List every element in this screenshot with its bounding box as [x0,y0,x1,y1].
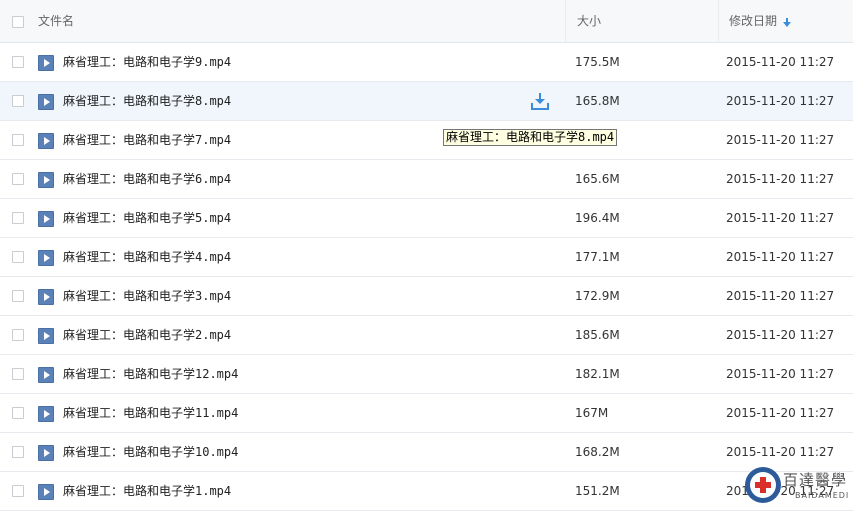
file-size: 172.9M [575,289,620,303]
file-size: 151.2M [575,484,620,498]
watermark-subtext: BAIDAMEDI [795,491,850,500]
column-header-name[interactable]: 文件名 [38,0,74,43]
file-size: 182.1M [575,367,620,381]
download-icon[interactable] [531,93,549,110]
file-size: 175.5M [575,55,620,69]
filename-tooltip: 麻省理工：电路和电子学8.mp4 [443,129,618,146]
file-size: 196.4M [575,211,620,225]
table-header: 文件名 大小 修改日期 [0,0,853,43]
row-checkbox[interactable] [12,485,24,497]
file-modified-date: 2015-11-20 11:27 [726,55,835,69]
row-checkbox[interactable] [12,173,24,185]
file-modified-date: 2015-11-20 11:27 [726,94,835,108]
video-file-icon [38,289,54,305]
table-row[interactable]: 麻省理工：电路和电子学1.mp4 151.2M 2015-11-20 11:27 [0,472,853,511]
video-file-icon [38,328,54,344]
sort-down-arrow-icon[interactable] [783,18,791,27]
row-checkbox[interactable] [12,290,24,302]
file-name-link[interactable]: 麻省理工：电路和电子学10.mp4 [63,433,238,472]
file-name-link[interactable]: 麻省理工：电路和电子学3.mp4 [63,277,231,316]
video-file-icon [38,94,54,110]
column-header-size[interactable]: 大小 [577,0,601,43]
column-divider[interactable] [718,0,719,43]
file-modified-date: 2015-11-20 11:27 [726,406,835,420]
row-checkbox[interactable] [12,95,24,107]
file-name-link[interactable]: 麻省理工：电路和电子学12.mp4 [63,355,238,394]
table-row[interactable]: 麻省理工：电路和电子学7.mp4 2015-11-20 11:27 [0,121,853,160]
file-name-link[interactable]: 麻省理工：电路和电子学4.mp4 [63,238,231,277]
table-row[interactable]: 麻省理工：电路和电子学5.mp4 196.4M 2015-11-20 11:27 [0,199,853,238]
row-checkbox[interactable] [12,212,24,224]
file-size: 165.8M [575,94,620,108]
table-row[interactable]: 麻省理工：电路和电子学8.mp4 165.8M 2015-11-20 11:27 [0,82,853,121]
watermark-text: 百達醫學 [783,471,848,489]
table-row[interactable]: 麻省理工：电路和电子学12.mp4 182.1M 2015-11-20 11:27 [0,355,853,394]
file-size: 167M [575,406,609,420]
row-checkbox[interactable] [12,407,24,419]
file-name-link[interactable]: 麻省理工：电路和电子学2.mp4 [63,316,231,355]
file-modified-date: 2015-11-20 11:27 [726,328,835,342]
file-name-link[interactable]: 麻省理工：电路和电子学6.mp4 [63,160,231,199]
table-row[interactable]: 麻省理工：电路和电子学2.mp4 185.6M 2015-11-20 11:27 [0,316,853,355]
video-file-icon [38,250,54,266]
table-row[interactable]: 麻省理工：电路和电子学4.mp4 177.1M 2015-11-20 11:27 [0,238,853,277]
video-file-icon [38,172,54,188]
file-name-link[interactable]: 麻省理工：电路和电子学1.mp4 [63,472,231,511]
watermark-logo: 百達醫學 BAIDAMEDI [745,464,853,511]
file-list-table: 文件名 大小 修改日期 麻省理工：电路和电子学9.mp4 175.5M 2015-1… [0,0,853,511]
file-name-link[interactable]: 麻省理工：电路和电子学9.mp4 [63,43,231,82]
row-checkbox[interactable] [12,56,24,68]
file-name-link[interactable]: 麻省理工：电路和电子学5.mp4 [63,199,231,238]
file-name-link[interactable]: 麻省理工：电路和电子学7.mp4 [63,121,231,160]
column-header-date[interactable]: 修改日期 [729,0,777,43]
file-modified-date: 2015-11-20 11:27 [726,172,835,186]
video-file-icon [38,484,54,500]
video-file-icon [38,55,54,71]
video-file-icon [38,367,54,383]
video-file-icon [38,445,54,461]
column-divider[interactable] [565,0,566,43]
row-checkbox[interactable] [12,446,24,458]
row-checkbox[interactable] [12,134,24,146]
file-modified-date: 2015-11-20 11:27 [726,250,835,264]
file-size: 185.6M [575,328,620,342]
select-all-checkbox[interactable] [12,16,24,28]
file-modified-date: 2015-11-20 11:27 [726,211,835,225]
file-size: 168.2M [575,445,620,459]
file-modified-date: 2015-11-20 11:27 [726,367,835,381]
file-name-link[interactable]: 麻省理工：电路和电子学8.mp4 [63,82,231,121]
table-row[interactable]: 麻省理工：电路和电子学11.mp4 167M 2015-11-20 11:27 [0,394,853,433]
file-modified-date: 2015-11-20 11:27 [726,133,835,147]
file-size: 165.6M [575,172,620,186]
video-file-icon [38,133,54,149]
table-row[interactable]: 麻省理工：电路和电子学3.mp4 172.9M 2015-11-20 11:27 [0,277,853,316]
table-row[interactable]: 麻省理工：电路和电子学6.mp4 165.6M 2015-11-20 11:27 [0,160,853,199]
file-modified-date: 2015-11-20 11:27 [726,289,835,303]
row-checkbox[interactable] [12,368,24,380]
table-row[interactable]: 麻省理工：电路和电子学9.mp4 175.5M 2015-11-20 11:27 [0,43,853,82]
video-file-icon [38,211,54,227]
video-file-icon [38,406,54,422]
row-checkbox[interactable] [12,329,24,341]
table-row[interactable]: 麻省理工：电路和电子学10.mp4 168.2M 2015-11-20 11:27 [0,433,853,472]
row-checkbox[interactable] [12,251,24,263]
file-size: 177.1M [575,250,620,264]
file-name-link[interactable]: 麻省理工：电路和电子学11.mp4 [63,394,238,433]
